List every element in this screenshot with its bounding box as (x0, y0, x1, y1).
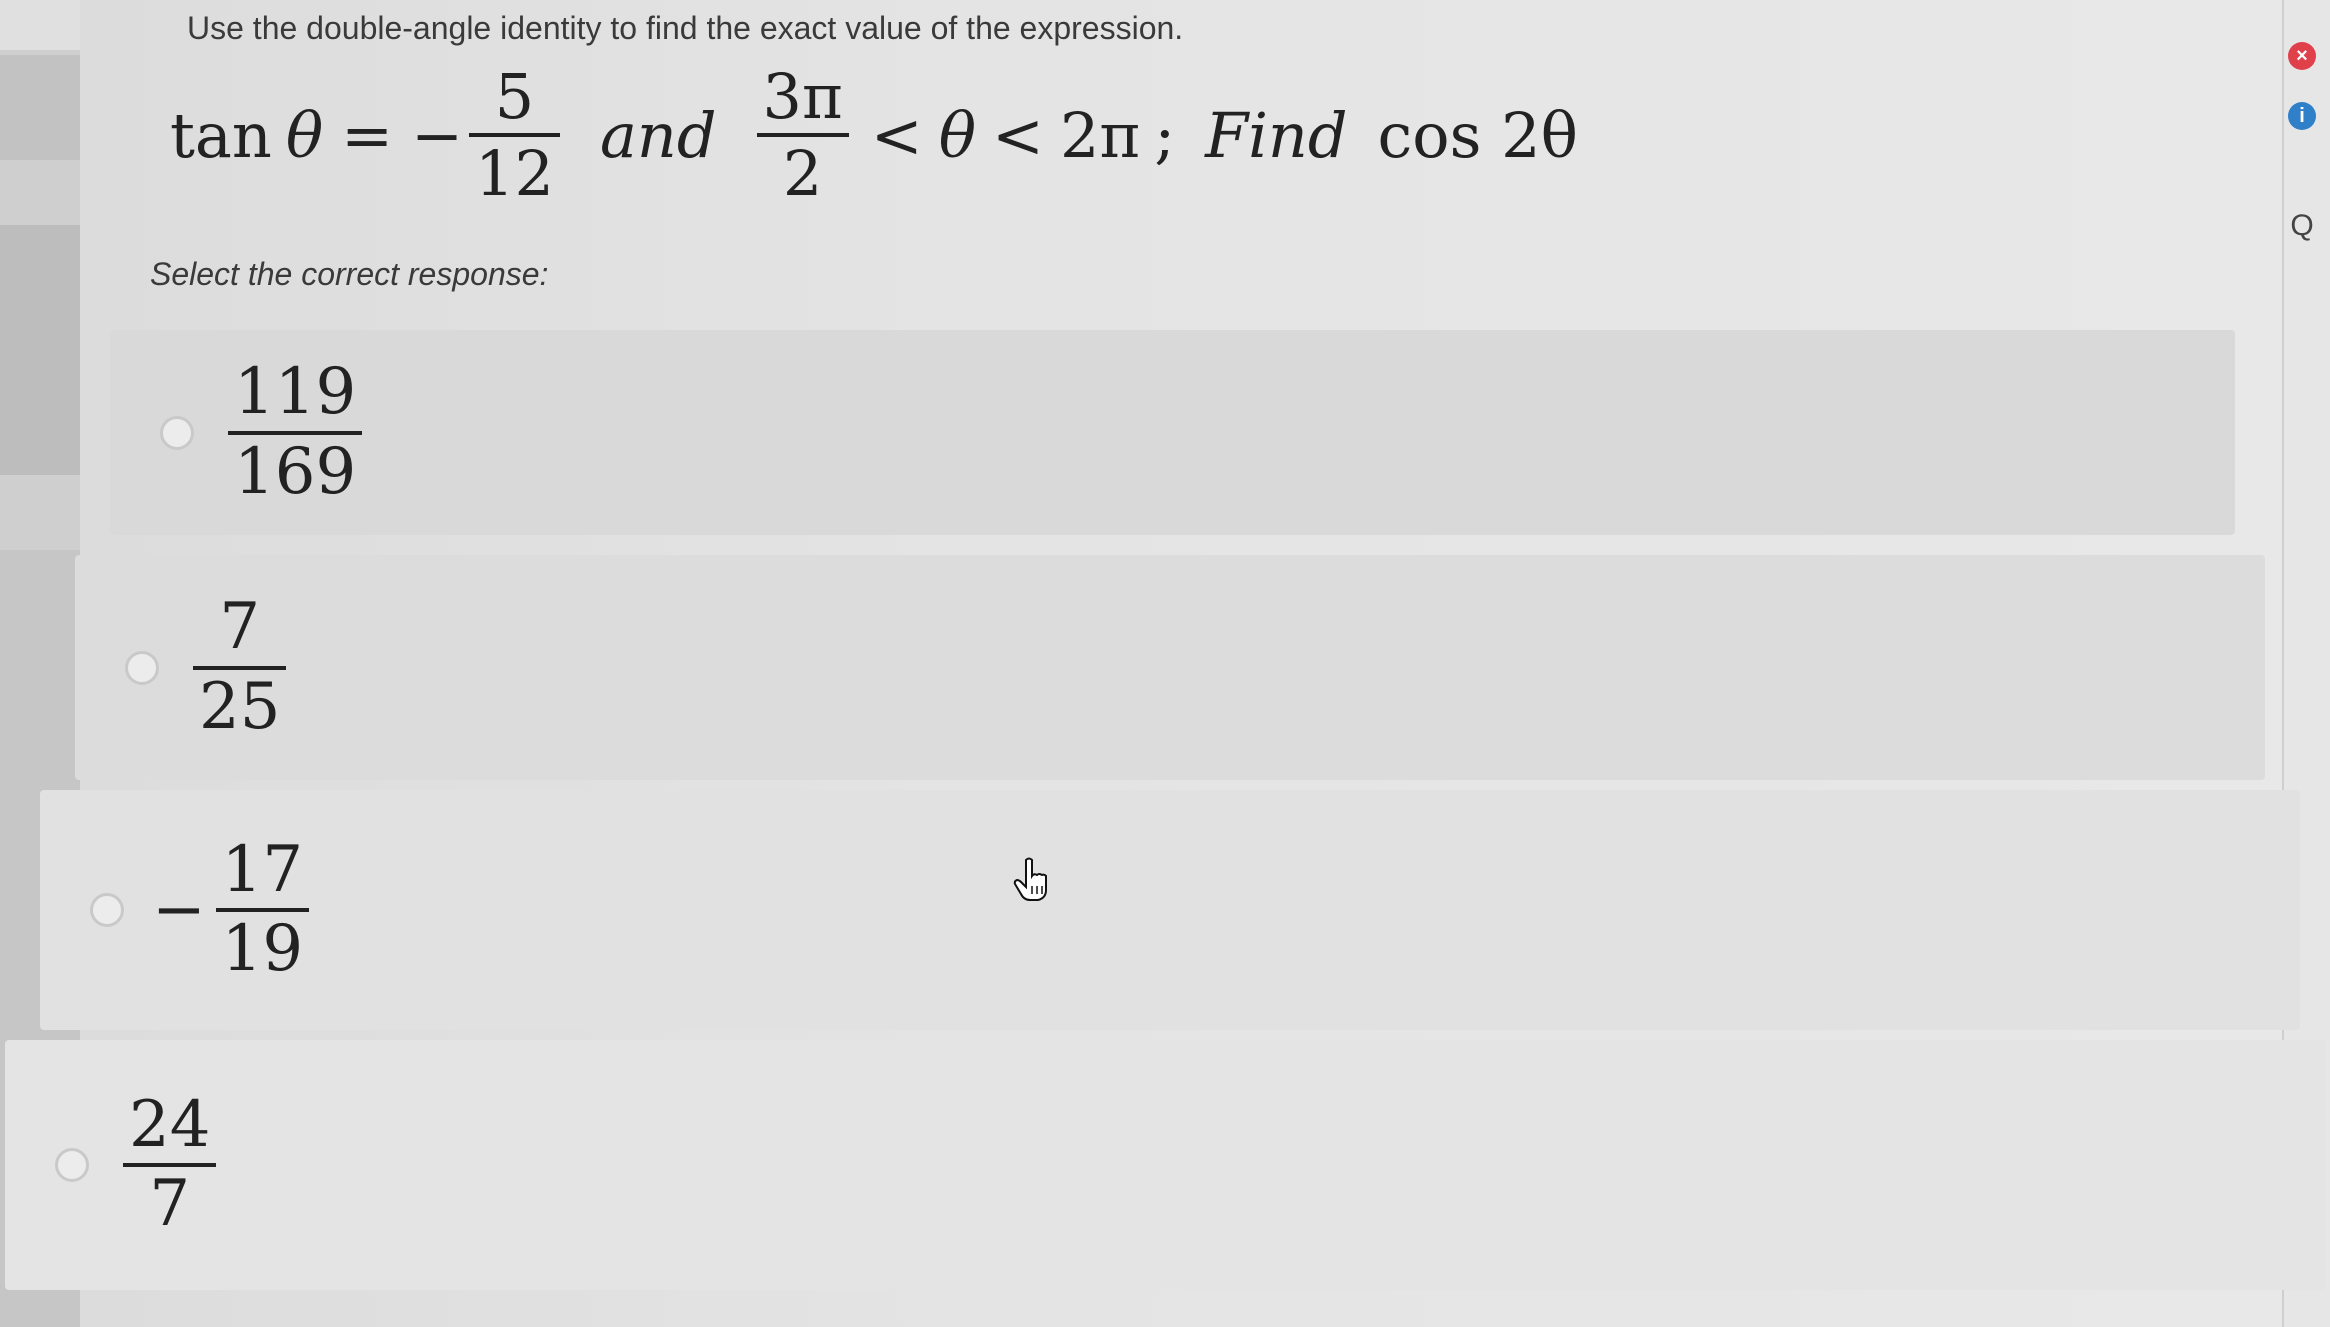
search-icon[interactable]: Q (2288, 209, 2316, 242)
answer-fraction: 119 169 (228, 355, 363, 509)
answer-value: 7 25 (187, 594, 292, 740)
less-than-sign: < (870, 98, 923, 172)
lower-numerator: 3π (762, 59, 843, 133)
close-icon[interactable]: × (2288, 42, 2316, 70)
lower-denominator: 2 (782, 137, 823, 210)
radio-button[interactable] (90, 893, 124, 927)
less-than-sign: < (992, 98, 1044, 172)
answer-value: 24 7 (117, 1087, 222, 1241)
radio-button[interactable] (160, 415, 194, 450)
minus-sign: − (411, 98, 464, 172)
radio-button[interactable] (125, 650, 159, 685)
answer-denominator: 7 (149, 1167, 191, 1241)
question-instruction: Use the double-angle identity to find th… (187, 10, 1184, 46)
lower-bound-fraction: 3π 2 (756, 59, 849, 210)
answer-denominator: 169 (234, 434, 357, 509)
answer-fraction: 24 7 (123, 1087, 217, 1241)
tan-label: tan (170, 98, 272, 172)
tan-fraction: 5 12 (469, 64, 560, 206)
answer-value: − 17 19 (152, 832, 315, 986)
answer-fraction: 17 19 (215, 832, 310, 986)
answer-fraction: 7 25 (193, 590, 287, 744)
answer-value: 119 169 (222, 359, 368, 505)
tan-denominator: 12 (475, 137, 554, 210)
equals-sign: = (341, 98, 394, 172)
radio-button[interactable] (55, 1148, 89, 1182)
answer-denominator: 25 (199, 669, 281, 744)
question-expression: tan θ = − 5 12 and 3π 2 < θ < 2π ; Find … (170, 60, 1578, 210)
theta-symbol: θ (938, 98, 977, 172)
upper-bound: 2π (1059, 98, 1141, 172)
answer-numerator: 24 (129, 1087, 211, 1162)
tan-numerator: 5 (494, 59, 535, 133)
and-word: and (599, 98, 717, 172)
answer-sign: − (152, 873, 206, 947)
answer-choice[interactable]: 119 169 (110, 330, 2235, 535)
info-icon[interactable]: i (2288, 102, 2316, 130)
answer-choice[interactable]: − 17 19 (40, 790, 2300, 1030)
answer-choice[interactable]: 24 7 (5, 1040, 2325, 1290)
fraction-bar (228, 430, 363, 435)
answer-numerator: 17 (221, 832, 304, 907)
hand-pointer-icon (1013, 857, 1047, 901)
theta-symbol: θ (285, 98, 324, 172)
response-prompt: Select the correct response: (150, 256, 549, 292)
answer-numerator: 7 (219, 590, 261, 665)
fraction-bar (193, 665, 287, 670)
answer-choice[interactable]: 7 25 (75, 555, 2265, 780)
answer-numerator: 119 (234, 355, 357, 430)
target-expression: cos 2θ (1377, 98, 1578, 172)
answer-denominator: 19 (221, 912, 304, 986)
find-word: Find (1205, 98, 1348, 172)
semicolon: ; (1154, 98, 1176, 172)
